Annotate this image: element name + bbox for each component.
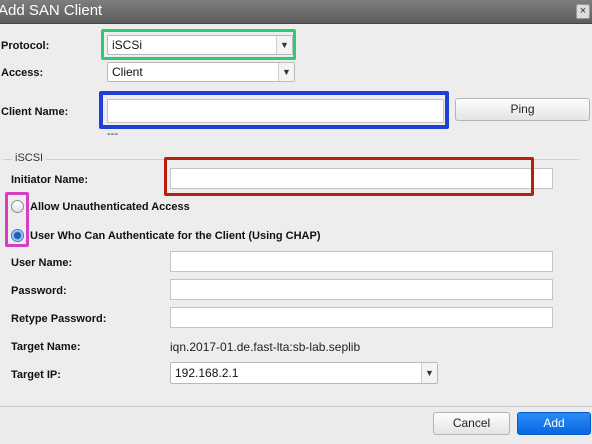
target-ip-select[interactable]: 192.168.2.1 ▼ bbox=[170, 362, 438, 384]
client-name-input[interactable] bbox=[107, 99, 444, 123]
access-select[interactable]: Client ▼ bbox=[107, 62, 295, 82]
protocol-select[interactable]: iSCSi ▼ bbox=[107, 35, 293, 55]
retype-password-input[interactable] bbox=[170, 307, 553, 328]
cancel-button[interactable]: Cancel bbox=[433, 412, 510, 435]
chevron-down-icon: ▼ bbox=[276, 36, 292, 54]
access-value: Client bbox=[112, 65, 143, 79]
password-input[interactable] bbox=[170, 279, 553, 300]
dialog-title: Add SAN Client bbox=[0, 2, 103, 19]
initiator-name-input[interactable] bbox=[170, 168, 553, 189]
target-ip-value: 192.168.2.1 bbox=[175, 366, 239, 380]
target-name-value: iqn.2017-01.de.fast-lta:sb-lab.seplib bbox=[170, 340, 361, 354]
chevron-down-icon: ▼ bbox=[421, 363, 437, 383]
retype-password-label: Retype Password: bbox=[11, 313, 107, 325]
user-name-input[interactable] bbox=[170, 251, 553, 272]
protocol-value: iSCSi bbox=[112, 38, 143, 52]
chevron-down-icon: ▼ bbox=[278, 63, 294, 81]
title-bar: Add SAN Client × bbox=[0, 0, 592, 24]
target-name-label: Target Name: bbox=[11, 341, 81, 353]
user-name-label: User Name: bbox=[11, 257, 73, 269]
iscsi-group bbox=[3, 159, 579, 393]
access-label: Access: bbox=[1, 67, 44, 79]
close-icon[interactable]: × bbox=[576, 4, 590, 19]
iscsi-legend: iSCSI bbox=[12, 152, 47, 164]
ping-button[interactable]: Ping bbox=[455, 98, 590, 121]
protocol-label: Protocol: bbox=[1, 40, 50, 52]
unauthenticated-access-label: Allow Unauthenticated Access bbox=[30, 201, 190, 213]
password-label: Password: bbox=[11, 285, 67, 297]
chap-authentication-label: User Who Can Authenticate for the Client… bbox=[30, 230, 321, 242]
initiator-name-label: Initiator Name: bbox=[11, 174, 89, 186]
add-button[interactable]: Add bbox=[517, 412, 591, 435]
unauthenticated-access-radio[interactable] bbox=[11, 200, 24, 213]
target-ip-label: Target IP: bbox=[11, 369, 61, 381]
chap-authentication-radio[interactable] bbox=[11, 229, 24, 242]
client-name-label: Client Name: bbox=[1, 106, 69, 118]
client-name-hint: --- bbox=[107, 128, 118, 140]
